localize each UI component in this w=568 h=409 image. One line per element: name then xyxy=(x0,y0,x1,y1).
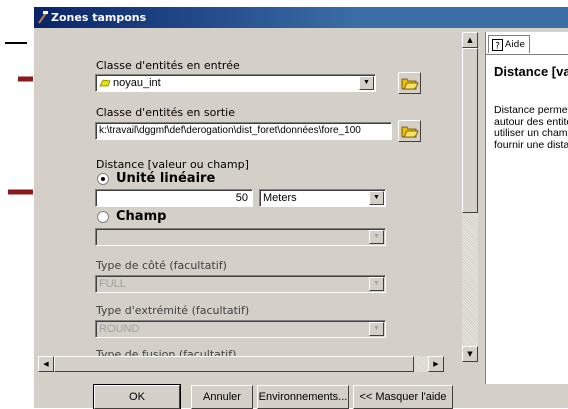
chevron-down-icon[interactable]: ▼ xyxy=(369,230,384,244)
side-type-label: Type de côté (facultatif) xyxy=(96,259,227,272)
scroll-down-icon[interactable]: ▼ xyxy=(462,346,478,362)
polygon-layer-icon xyxy=(99,79,111,87)
hide-help-button[interactable]: << Masquer l'aide xyxy=(353,385,453,409)
side-type-select[interactable]: FULL ▼ xyxy=(95,275,386,293)
end-type-select[interactable]: ROUND ▼ xyxy=(95,320,386,338)
help-tab[interactable]: ? Aide xyxy=(488,35,530,53)
vertical-scroll-thumb[interactable] xyxy=(462,48,478,213)
open-folder-icon xyxy=(401,78,419,90)
help-icon: ? xyxy=(492,39,503,51)
horizontal-scroll-thumb[interactable] xyxy=(54,356,414,372)
help-tab-label: Aide xyxy=(505,40,525,50)
linear-unit-label: Unité linéaire xyxy=(116,171,216,186)
distance-field-select[interactable]: ▼ xyxy=(95,228,386,246)
chevron-down-icon[interactable]: ▼ xyxy=(369,322,384,336)
field-radio[interactable] xyxy=(97,211,109,223)
open-folder-icon xyxy=(401,126,419,138)
help-line: fournir une distanc xyxy=(494,138,568,151)
ok-button[interactable]: OK xyxy=(93,384,181,409)
end-type-value: ROUND xyxy=(99,323,140,335)
input-class-value: noyau_int xyxy=(113,77,161,89)
help-line: Distance permetta xyxy=(494,104,568,116)
input-class-select[interactable]: noyau_int ▼ xyxy=(95,74,376,92)
help-line: utiliser un champ xyxy=(494,127,568,139)
distance-value-field[interactable]: 50 xyxy=(95,189,253,207)
chevron-down-icon[interactable]: ▼ xyxy=(369,191,384,205)
title-bar: Zones tampons xyxy=(34,7,568,28)
cancel-button[interactable]: Annuler xyxy=(191,385,253,409)
environments-button[interactable]: Environnements... xyxy=(257,385,349,409)
help-panel: ? Aide Distance [vale Distance permetta … xyxy=(485,32,568,384)
side-type-value: FULL xyxy=(99,278,126,290)
distance-value: 50 xyxy=(235,192,248,204)
vertical-scrollbar[interactable]: ▲ ▼ xyxy=(462,32,478,362)
output-class-label: Classe d'entités en sortie xyxy=(96,106,235,119)
svg-text:?: ? xyxy=(495,42,500,52)
distance-label: Distance [valeur ou champ] xyxy=(96,158,249,171)
scroll-up-icon[interactable]: ▲ xyxy=(462,32,478,48)
distance-unit-select[interactable]: Meters ▼ xyxy=(259,189,386,207)
annotation-arrow-input xyxy=(5,42,27,44)
chevron-down-icon[interactable]: ▼ xyxy=(369,277,384,291)
window-title: Zones tampons xyxy=(51,11,147,24)
scroll-right-icon[interactable]: ▶ xyxy=(428,356,444,372)
linear-unit-radio[interactable] xyxy=(97,173,109,185)
help-tab-bar: ? Aide xyxy=(486,32,568,55)
tool-hammer-icon xyxy=(38,11,48,24)
help-text: Distance permetta autour des entités uti… xyxy=(494,104,568,151)
help-title: Distance [vale xyxy=(494,64,568,79)
scroll-left-icon[interactable]: ◀ xyxy=(38,356,54,372)
chevron-down-icon[interactable]: ▼ xyxy=(359,76,374,90)
distance-unit-value: Meters xyxy=(263,192,297,204)
horizontal-scrollbar[interactable]: ◀ ▶ xyxy=(38,356,444,372)
field-option-label: Champ xyxy=(116,209,167,224)
output-class-field[interactable]: k:\travail\dggmf\def\derogation\dist_for… xyxy=(95,122,392,140)
output-class-value: k:\travail\dggmf\def\derogation\dist_for… xyxy=(99,125,361,136)
end-type-label: Type d'extrémité (facultatif) xyxy=(96,304,250,317)
browse-output-button[interactable] xyxy=(398,120,421,142)
parameters-panel: Classe d'entités en entrée noyau_int ▼ C… xyxy=(38,32,449,372)
browse-input-button[interactable] xyxy=(398,72,421,94)
buffer-tool-dialog: Zones tampons Classe d'entités en entrée… xyxy=(33,6,568,409)
input-class-label: Classe d'entités en entrée xyxy=(96,59,240,72)
